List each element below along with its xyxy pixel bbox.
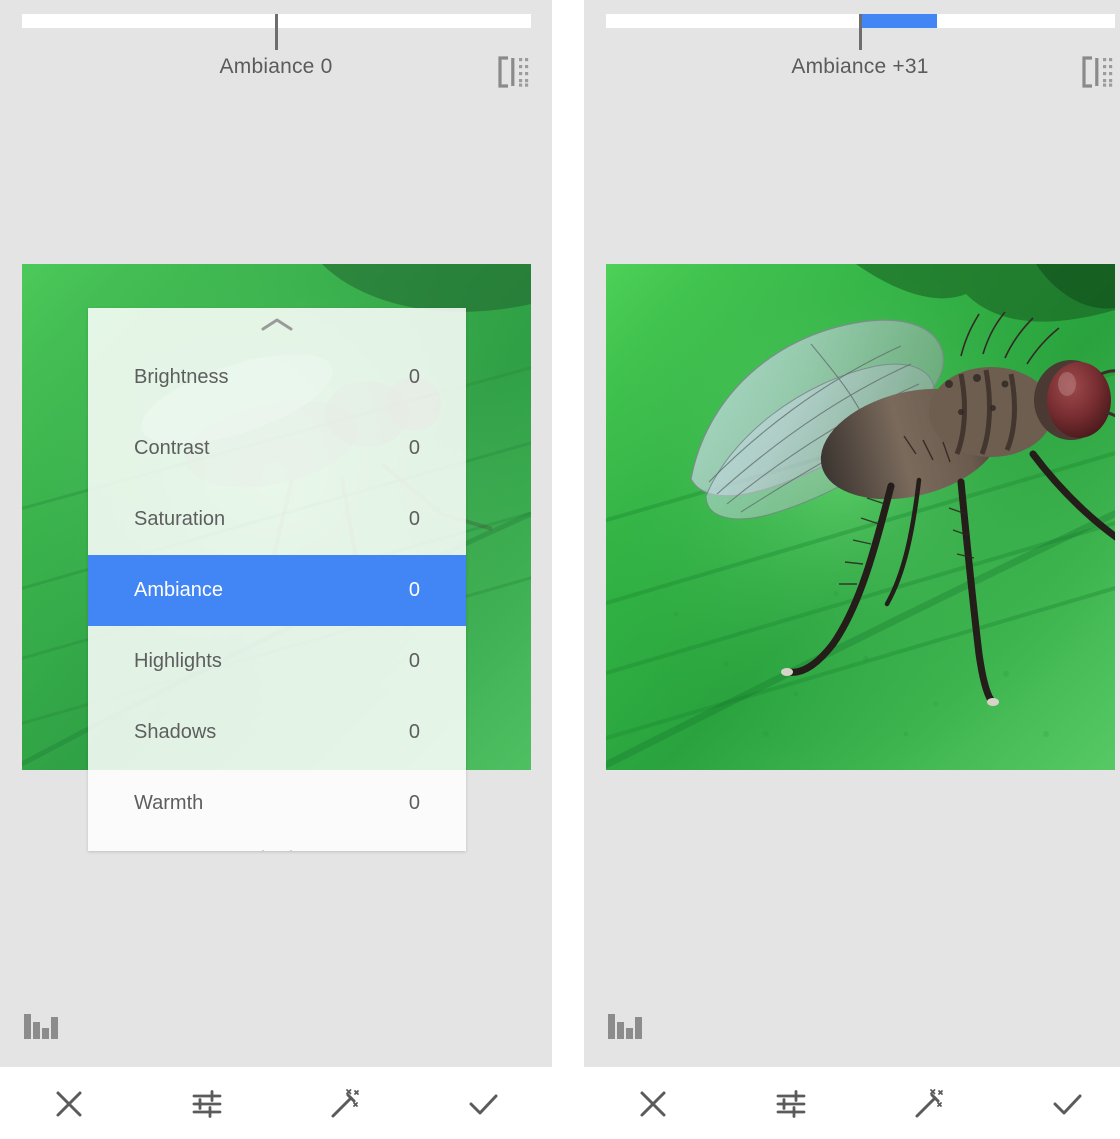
adjustment-value: 0 [380,579,420,602]
tune-button[interactable] [138,1068,276,1139]
cancel-button[interactable] [0,1068,138,1139]
adjustment-row-highlights[interactable]: Highlights0 [88,626,466,697]
adjustments-panel[interactable]: Brightness0Contrast0Saturation0Ambiance0… [88,308,466,851]
adjustment-row-contrast[interactable]: Contrast0 [88,413,466,484]
adjustment-label: Highlights [134,650,380,673]
adjustment-label: Ambiance [134,579,380,602]
compare-icon[interactable] [494,54,530,90]
adjustment-label: Saturation [134,508,380,531]
ambiance-slider-left[interactable] [22,14,531,28]
adjustment-label: Brightness [134,366,380,389]
adjustment-value: 0 [380,366,420,389]
adjustment-row-saturation[interactable]: Saturation0 [88,484,466,555]
adjustment-value: 0 [380,650,420,673]
slider-value-label-right: Ambiance +31 [584,55,1120,79]
ambiance-slider-right[interactable] [606,14,1115,28]
adjustment-value: 0 [380,508,420,531]
adjustment-value: 0 [380,792,420,815]
adjustment-value: 0 [380,721,420,744]
auto-enhance-button[interactable] [276,1068,414,1139]
adjustment-row-shadows[interactable]: Shadows0 [88,697,466,768]
compare-icon[interactable] [1078,54,1114,90]
adjustment-value: 0 [380,437,420,460]
adjustment-row-brightness[interactable]: Brightness0 [88,342,466,413]
panel-before: Ambiance 0 [0,0,552,1139]
photo-preview-after[interactable] [606,264,1115,770]
adjustment-label: Shadows [134,721,380,744]
tune-button[interactable] [722,1068,860,1139]
chevron-up-icon[interactable] [88,308,466,342]
chevron-down-icon[interactable] [88,839,466,851]
adjustment-label: Warmth [134,792,380,815]
accept-button[interactable] [998,1068,1120,1139]
dual-preview-stage: Ambiance 0 [0,0,1120,1139]
adjustment-row-ambiance[interactable]: Ambiance0 [88,555,466,626]
panel-after: Ambiance +31 [584,0,1120,1139]
adjustments-list[interactable]: Brightness0Contrast0Saturation0Ambiance0… [88,342,466,839]
slider-value-label-left: Ambiance 0 [0,55,552,79]
accept-button[interactable] [414,1068,552,1139]
histogram-icon[interactable] [22,1008,60,1042]
slider-knob[interactable] [859,14,862,50]
adjustment-label: Contrast [134,437,380,460]
adjustment-row-warmth[interactable]: Warmth0 [88,768,466,839]
slider-fill [861,14,937,28]
cancel-button[interactable] [584,1068,722,1139]
panel-divider [552,0,568,1139]
slider-knob[interactable] [275,14,278,50]
bottom-toolbar-left [0,1068,552,1139]
histogram-icon[interactable] [606,1008,644,1042]
bottom-toolbar-right [584,1068,1120,1139]
auto-enhance-button[interactable] [860,1068,998,1139]
